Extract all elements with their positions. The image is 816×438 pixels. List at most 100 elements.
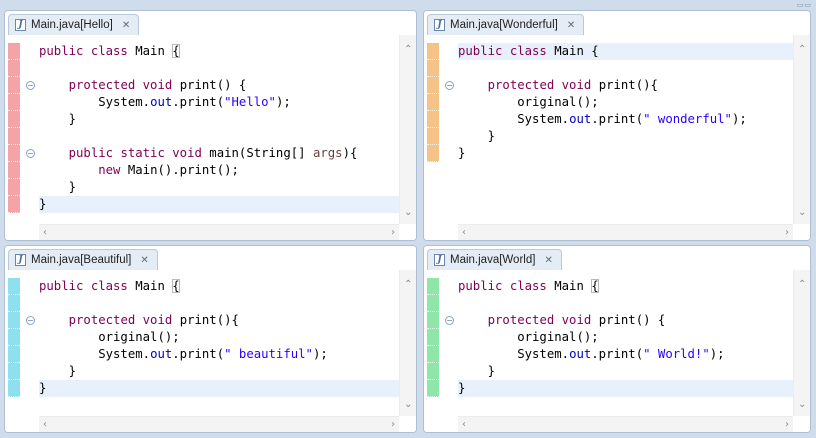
scroll-right-icon[interactable]: › [391, 228, 395, 238]
ruler-mark [427, 77, 439, 94]
code-token: args [312, 146, 343, 160]
code-line[interactable]: System.out.print(" World!"); [458, 346, 793, 363]
tab-main-java-hello[interactable]: J Main.java[Hello] ✕ [8, 14, 140, 35]
code-line[interactable]: protected void print(){ [458, 77, 793, 94]
code-line[interactable] [458, 295, 793, 312]
ruler-mark [8, 111, 20, 128]
code-line[interactable]: } [458, 145, 793, 162]
scroll-down-icon[interactable]: ⌄ [404, 208, 412, 218]
collapse-fold-icon[interactable]: − [26, 316, 35, 325]
code-line[interactable]: } [39, 363, 399, 380]
collapse-fold-icon[interactable]: − [445, 81, 454, 90]
code-line[interactable]: public class Main { [39, 43, 399, 60]
code-editor[interactable]: − public class Main { protected void pri… [424, 270, 810, 432]
vertical-scrollbar[interactable]: ⌃ ⌄ [399, 35, 416, 224]
code-token: } [39, 197, 47, 211]
code-line[interactable]: protected void print() { [458, 312, 793, 329]
scroll-down-icon[interactable]: ⌄ [404, 400, 412, 410]
code-line[interactable]: original(); [39, 329, 399, 346]
code-line[interactable] [39, 60, 399, 77]
code-line[interactable] [39, 128, 399, 145]
code-line[interactable]: } [39, 196, 399, 213]
code-editor[interactable]: − public class Main { protected void pri… [5, 270, 416, 432]
code-line[interactable]: } [458, 363, 793, 380]
change-ruler [8, 278, 20, 397]
code-token: } [458, 146, 466, 160]
code-line[interactable]: } [39, 179, 399, 196]
java-file-icon: J [434, 19, 445, 31]
code-line[interactable]: public class Main { [39, 278, 399, 295]
source-code[interactable]: public class Main { protected void print… [458, 278, 793, 397]
scroll-down-icon[interactable]: ⌄ [798, 400, 806, 410]
vertical-scrollbar[interactable]: ⌃ ⌄ [793, 270, 810, 416]
code-line[interactable]: protected void print(){ [39, 312, 399, 329]
code-token: .print( [591, 347, 644, 361]
vertical-scrollbar[interactable]: ⌃ ⌄ [793, 35, 810, 224]
code-line[interactable]: } [458, 380, 793, 397]
tab-label: Main.java[Hello] [31, 19, 113, 31]
code-token: ); [312, 347, 328, 361]
code-editor[interactable]: − public class Main { protected void pri… [424, 35, 810, 240]
code-token: } [39, 381, 47, 395]
source-code[interactable]: public class Main { protected void print… [458, 43, 793, 162]
close-icon[interactable]: ✕ [140, 255, 148, 266]
code-token: .print( [591, 112, 644, 126]
minimize-maximize-icon[interactable]: ▭▭ [797, 1, 812, 9]
scroll-left-icon[interactable]: ‹ [462, 420, 466, 430]
tab-main-java-world[interactable]: J Main.java[World] ✕ [427, 249, 562, 270]
close-icon[interactable]: ✕ [567, 20, 575, 31]
ruler-mark [8, 196, 20, 213]
horizontal-scrollbar[interactable]: ‹ › [458, 416, 793, 432]
scroll-left-icon[interactable]: ‹ [43, 228, 47, 238]
code-line[interactable] [458, 60, 793, 77]
code-line[interactable]: System.out.print("Hello"); [39, 94, 399, 111]
scroll-down-icon[interactable]: ⌄ [798, 208, 806, 218]
source-code[interactable]: public class Main { protected void print… [39, 278, 399, 397]
horizontal-scrollbar[interactable]: ‹ › [458, 224, 793, 240]
close-icon[interactable]: ✕ [544, 255, 552, 266]
scroll-up-icon[interactable]: ⌃ [798, 45, 806, 55]
collapse-fold-icon[interactable]: − [26, 81, 35, 90]
code-line[interactable]: original(); [458, 329, 793, 346]
scroll-left-icon[interactable]: ‹ [462, 228, 466, 238]
code-editor[interactable]: − − public class Main { protected void pr… [5, 35, 416, 240]
source-code[interactable]: public class Main { protected void print… [39, 43, 399, 213]
tab-main-java-wonderful[interactable]: J Main.java[Wonderful] ✕ [427, 14, 585, 35]
horizontal-scrollbar[interactable]: ‹ › [39, 416, 399, 432]
editor-tab-bar: J Main.java[Wonderful] ✕ [424, 11, 810, 35]
scroll-up-icon[interactable]: ⌃ [404, 280, 412, 290]
code-token: } [39, 112, 77, 126]
code-line[interactable]: } [39, 380, 399, 397]
collapse-fold-icon[interactable]: − [26, 149, 35, 158]
tab-label: Main.java[Beautiful] [31, 254, 132, 266]
code-token: print(){ [179, 313, 239, 327]
scroll-right-icon[interactable]: › [391, 420, 395, 430]
close-icon[interactable]: ✕ [122, 20, 130, 31]
code-line[interactable]: System.out.print(" wonderful"); [458, 111, 793, 128]
code-line[interactable]: System.out.print(" beautiful"); [39, 346, 399, 363]
code-line[interactable]: } [458, 128, 793, 145]
code-line[interactable]: protected void print() { [39, 77, 399, 94]
ruler-mark [8, 346, 20, 363]
editor-tab-bar: J Main.java[Beautiful] ✕ [5, 246, 416, 270]
scroll-right-icon[interactable]: › [785, 228, 789, 238]
tab-main-java-beautiful[interactable]: J Main.java[Beautiful] ✕ [8, 249, 158, 270]
code-line[interactable]: public class Main { [458, 278, 793, 295]
scroll-right-icon[interactable]: › [785, 420, 789, 430]
code-line[interactable]: } [39, 111, 399, 128]
scroll-up-icon[interactable]: ⌃ [798, 280, 806, 290]
ruler-mark [427, 329, 439, 346]
horizontal-scrollbar[interactable]: ‹ › [39, 224, 399, 240]
tab-label: Main.java[Wonderful] [450, 19, 558, 31]
code-line[interactable]: new Main().print(); [39, 162, 399, 179]
collapse-fold-icon[interactable]: − [445, 316, 454, 325]
scroll-left-icon[interactable]: ‹ [43, 420, 47, 430]
vertical-scrollbar[interactable]: ⌃ ⌄ [399, 270, 416, 416]
code-line[interactable]: public class Main { [458, 43, 793, 60]
code-line[interactable] [39, 295, 399, 312]
scroll-up-icon[interactable]: ⌃ [404, 45, 412, 55]
code-line[interactable]: public static void main(String[] args){ [39, 145, 399, 162]
code-line[interactable]: original(); [458, 94, 793, 111]
editor-pane-beautiful: J Main.java[Beautiful] ✕ − public class … [4, 245, 417, 433]
